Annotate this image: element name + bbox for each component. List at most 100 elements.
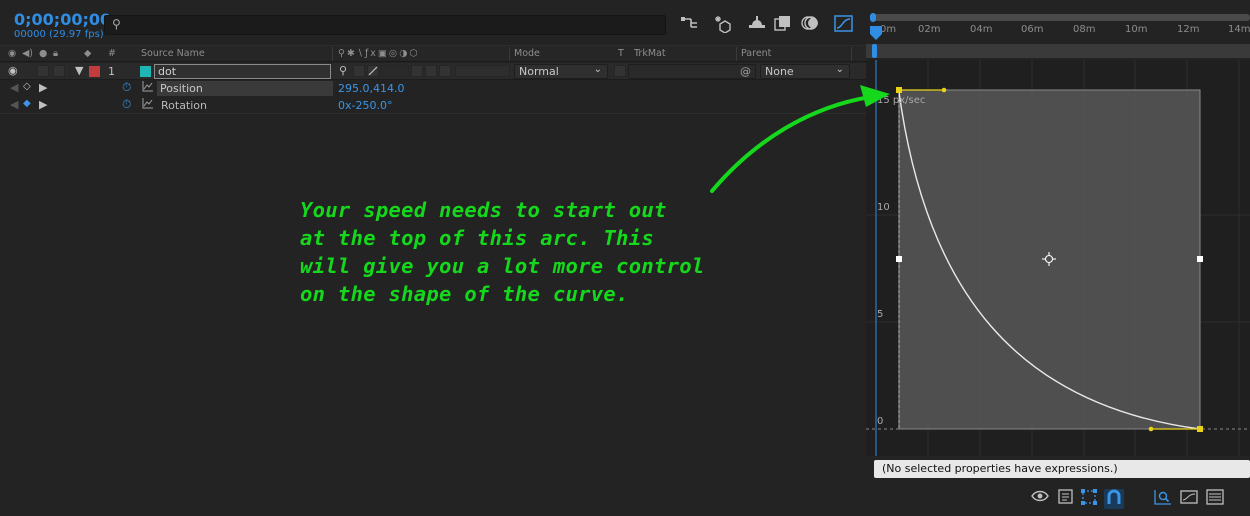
stopwatch-icon[interactable]: ⏱ bbox=[122, 97, 131, 112]
parent-select[interactable]: None ⌄ bbox=[760, 64, 850, 79]
parent-header: Parent bbox=[741, 48, 772, 59]
graph-editor-toolbar bbox=[866, 486, 1250, 512]
transform-box-icon[interactable] bbox=[1079, 489, 1099, 509]
layer-name-field[interactable]: dot bbox=[154, 64, 331, 79]
property-name: Position bbox=[160, 82, 203, 95]
layer-type-swatch bbox=[140, 66, 151, 77]
motion-blur-icon[interactable] bbox=[800, 15, 820, 35]
effects-switch[interactable] bbox=[381, 65, 409, 77]
graph-options-icon[interactable] bbox=[1056, 489, 1076, 509]
preserve-transparency-switch[interactable] bbox=[614, 65, 626, 77]
pickwhip-icon[interactable]: @ bbox=[740, 65, 751, 78]
trkmat-header: TrkMat bbox=[634, 48, 666, 59]
next-keyframe-arrow-icon[interactable]: ▶ bbox=[39, 81, 47, 94]
layer-name: dot bbox=[158, 65, 177, 78]
annotation-line: on the shape of the curve. bbox=[300, 282, 629, 306]
expression-status-text: (No selected properties have expressions… bbox=[882, 462, 1118, 475]
switches-header-icons: ⚲✱∖ƒx▣◎◑⬡ bbox=[338, 48, 420, 59]
current-time-display[interactable]: 0;00;00;00 bbox=[14, 10, 111, 29]
fit-selection-icon[interactable] bbox=[1153, 489, 1173, 509]
next-keyframe-arrow-icon[interactable]: ▶ bbox=[39, 98, 47, 111]
quality-switch[interactable] bbox=[367, 65, 379, 77]
layer-number: 1 bbox=[108, 65, 115, 78]
composition-flowchart-icon[interactable] bbox=[680, 15, 700, 35]
timeline-layer-panel: 0;00;00;00 00000 (29.97 fps) ⚲ ◉ ◀) ● 🔒︎… bbox=[0, 0, 866, 516]
column-divider bbox=[851, 47, 852, 61]
3d-layer-switch[interactable] bbox=[455, 65, 510, 77]
frame-blend-switch[interactable] bbox=[411, 65, 423, 77]
prev-keyframe-arrow-icon[interactable]: ◀ bbox=[10, 98, 18, 111]
time-ruler[interactable]: 0m 02m 04m 06m 08m 10m 12m 14m bbox=[866, 22, 1250, 42]
expression-status-bar: (No selected properties have expressions… bbox=[874, 460, 1250, 478]
chevron-down-icon: ⌄ bbox=[835, 64, 844, 75]
source-name-header[interactable]: Source Name bbox=[141, 48, 205, 59]
layer-search-input[interactable]: ⚲ bbox=[104, 15, 666, 35]
column-divider bbox=[509, 47, 510, 61]
layer-expand-chevron-down-icon[interactable]: ▼ bbox=[75, 64, 83, 77]
ruler-tick: 08m bbox=[1073, 24, 1096, 35]
solo-switch[interactable] bbox=[53, 65, 65, 77]
trkmat-select[interactable]: @ bbox=[628, 64, 756, 79]
solo-icon[interactable]: ● bbox=[39, 48, 47, 59]
annotation-line: will give you a lot more control bbox=[300, 254, 705, 278]
ruler-tick: 14m bbox=[1228, 24, 1250, 35]
layer-row[interactable]: ◉ ▼ 1 dot ⚲ Normal ⌄ @ None ⌄ bbox=[0, 63, 866, 80]
ruler-tick: 04m bbox=[970, 24, 993, 35]
fit-all-graphs-icon[interactable] bbox=[1179, 489, 1199, 509]
graph-editor-icon[interactable] bbox=[834, 15, 854, 35]
lock-icon[interactable]: 🔒︎ bbox=[53, 48, 58, 59]
playhead-marker-icon[interactable] bbox=[866, 22, 886, 44]
property-value[interactable]: 295.0,414.0 bbox=[338, 82, 404, 95]
prev-keyframe-arrow-icon[interactable]: ◀ bbox=[10, 81, 18, 94]
speed-axis-label: 0 bbox=[877, 416, 884, 427]
mode-header: Mode bbox=[514, 48, 540, 59]
speed-graph-canvas[interactable] bbox=[866, 60, 1250, 456]
annotation-text: Your speed needs to start out at the top… bbox=[300, 196, 780, 308]
parent-value: None bbox=[765, 65, 794, 78]
property-name-highlight[interactable]: Position bbox=[157, 81, 333, 96]
graph-include-icon[interactable] bbox=[142, 80, 154, 95]
column-divider bbox=[332, 47, 333, 61]
blend-mode-select[interactable]: Normal ⌄ bbox=[514, 64, 608, 79]
speed-axis-label: 10 bbox=[877, 202, 890, 213]
layer-number-header: # bbox=[108, 48, 116, 59]
property-value[interactable]: 0x-250.0° bbox=[338, 99, 392, 112]
stopwatch-icon[interactable]: ⏱ bbox=[122, 80, 131, 95]
eye-icon[interactable] bbox=[1030, 489, 1050, 509]
annotation-arrow-icon bbox=[710, 85, 890, 193]
audio-switch[interactable] bbox=[37, 65, 49, 77]
property-name: Rotation bbox=[161, 99, 208, 112]
collapse-switch[interactable] bbox=[353, 65, 365, 77]
video-eye-icon[interactable]: ◉ bbox=[8, 48, 16, 59]
separate-dimensions-icon[interactable] bbox=[1205, 489, 1225, 509]
layer-column-header: ◉ ◀) ● 🔒︎ ◆ # Source Name ⚲✱∖ƒx▣◎◑⬡ Mode… bbox=[0, 45, 866, 62]
draft-3d-icon[interactable] bbox=[714, 15, 734, 35]
ruler-tick: 12m bbox=[1177, 24, 1200, 35]
track-t-header: T bbox=[618, 48, 624, 59]
frame-blending-icon[interactable] bbox=[773, 15, 793, 35]
ruler-tick: 06m bbox=[1021, 24, 1044, 35]
keyframe-diamond-filled-icon[interactable]: ◆ bbox=[23, 98, 31, 109]
adjustment-switch[interactable] bbox=[439, 65, 451, 77]
annotation-line: Your speed needs to start out bbox=[300, 198, 667, 222]
label-color-swatch[interactable] bbox=[89, 66, 100, 77]
ruler-tick: 10m bbox=[1125, 24, 1148, 35]
blend-mode-value: Normal bbox=[519, 65, 559, 78]
time-navigator[interactable] bbox=[866, 12, 1250, 22]
speed-graph[interactable]: 15 px/sec 10 5 0 bbox=[866, 60, 1250, 456]
graph-include-icon[interactable] bbox=[142, 97, 154, 112]
work-area-bar[interactable] bbox=[866, 44, 1250, 58]
motion-blur-switch[interactable] bbox=[425, 65, 437, 77]
keyframe-diamond-outline-icon[interactable]: ◇ bbox=[23, 81, 31, 92]
audio-speaker-icon[interactable]: ◀) bbox=[22, 48, 33, 59]
column-divider bbox=[736, 47, 737, 61]
ruler-tick: 02m bbox=[918, 24, 941, 35]
frame-rate-label: 00000 (29.97 fps) bbox=[14, 29, 104, 40]
shy-layers-icon[interactable] bbox=[747, 15, 767, 35]
speed-axis-label: 5 bbox=[877, 309, 884, 320]
shy-switch-icon[interactable]: ⚲ bbox=[339, 64, 347, 77]
annotation-line: at the top of this arc. This bbox=[300, 226, 654, 250]
snapping-magnet-icon[interactable] bbox=[1104, 489, 1124, 509]
layer-visibility-eye-icon[interactable]: ◉ bbox=[8, 64, 18, 77]
label-tag-icon[interactable]: ◆ bbox=[84, 48, 91, 59]
